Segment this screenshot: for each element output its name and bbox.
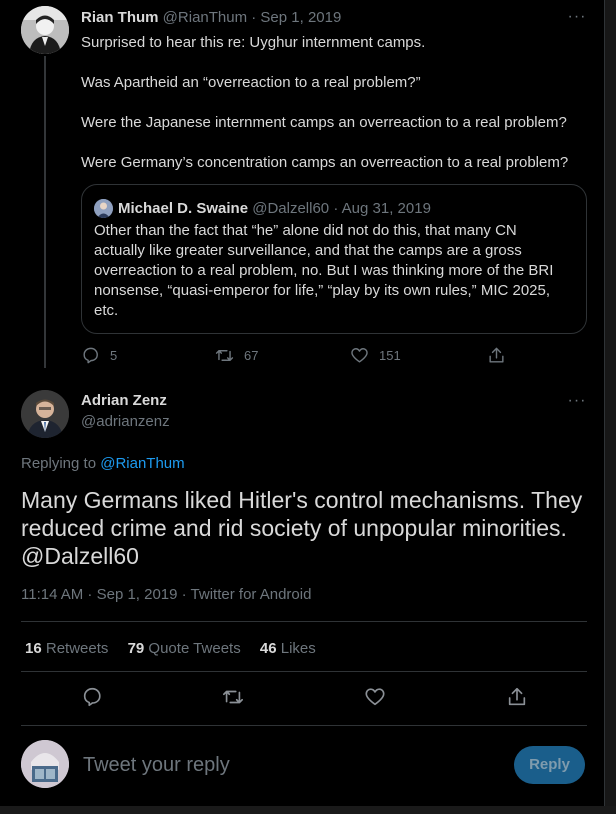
share-icon [489,347,504,363]
retweet-icon [223,690,243,704]
tweet2-mention-link[interactable]: @Dalzell60 [21,543,139,570]
reply-submit-button[interactable]: Reply [514,746,585,784]
tweet2-text-line: reduced crime and rid society of unpopul… [21,515,567,541]
scrollbar[interactable] [605,0,616,814]
tweet2-text-line: Many Germans liked Hitler's control mech… [21,487,583,513]
divider [21,621,587,622]
reply-action[interactable]: 5 [81,346,117,365]
tweet1-header: Rian Thum @RianThum · Sep 1, 2019 [81,9,341,26]
tweet1-text-line: Surprised to hear this re: Uyghur intern… [81,34,426,51]
heart-icon [365,688,385,706]
quote-header: Michael D. Swaine @Dalzell60 · Aug 31, 2… [118,200,431,217]
more-options-icon[interactable]: ··· [567,9,587,28]
michael-swaine-avatar [94,199,113,218]
tweet1-date[interactable]: · Sep 1, 2019 [251,9,341,26]
retweet-button[interactable] [222,686,246,710]
quote-author-name: Michael D. Swaine [118,200,249,217]
quote-text-line: Other than the fact that “he” alone did … [94,222,517,239]
retweet-count: 67 [244,348,259,363]
rian-thum-avatar[interactable] [21,6,69,54]
bottom-edge [0,806,616,814]
tweet2-author-handle[interactable]: @adrianzenz [81,413,170,430]
retweets-stat[interactable]: 16 Retweets [25,640,108,657]
reply-button[interactable] [81,686,105,710]
tweet1-text-line: Were the Japanese internment camps an ov… [81,114,567,131]
divider [21,671,587,672]
tweet2-author-name[interactable]: Adrian Zenz [81,392,167,409]
likes-stat[interactable]: 46 Likes [260,640,316,657]
share-button[interactable] [506,686,530,710]
like-count: 151 [379,348,401,363]
quoted-tweet-card[interactable]: Michael D. Swaine @Dalzell60 · Aug 31, 2… [81,184,587,334]
quote-tweets-label: Quote Tweets [148,640,241,657]
retweet-action[interactable]: 67 [215,346,258,365]
replying-to: Replying to @RianThum [21,455,185,472]
retweets-count: 16 [25,640,42,657]
thread-line [44,56,46,368]
quote-text-line: nonsense, “quasi-emperor for life,” “pla… [94,282,551,299]
tweet1-author-name[interactable]: Rian Thum [81,9,159,26]
heart-icon [351,348,368,363]
reply-input[interactable]: Tweet your reply [83,754,230,777]
quote-tweets-count: 79 [127,640,145,657]
more-options-icon[interactable]: ··· [567,393,587,412]
share-icon [508,687,526,706]
tweet1-author-handle[interactable]: @RianThum [163,9,247,26]
replying-prefix: Replying to [21,455,97,472]
quote-text-line: actually like greater surveillance, and … [94,242,522,259]
tweet1-text-line: Was Apartheid an “overreaction to a real… [81,74,421,91]
likes-count: 46 [259,640,277,657]
reply-count: 5 [110,348,118,363]
tweet2-timestamp[interactable]: 11:14 AM · Sep 1, 2019 · Twitter for And… [21,586,311,603]
like-button[interactable] [364,686,388,710]
like-action[interactable]: 151 [350,346,401,365]
quote-author-handle: @Dalzell60 [252,200,330,217]
reply-icon [83,687,101,707]
reply-icon [83,347,98,364]
retweets-label: Retweets [45,640,109,657]
quote-text-line: etc. [94,302,119,319]
tweet1-text-line: Were Germany’s concentration camps an ov… [81,154,569,171]
likes-label: Likes [280,640,316,657]
replying-to-link[interactable]: @RianThum [100,455,184,472]
quote-date: · Aug 31, 2019 [333,200,431,217]
user-avatar[interactable] [21,740,69,788]
retweet-icon [215,350,234,361]
tweet2-stats: 16 Retweets 79 Quote Tweets 46 Likes [25,640,331,657]
divider [21,725,587,726]
share-action[interactable] [487,346,516,365]
adrian-zenz-avatar[interactable] [21,390,69,438]
quote-text-line: overreaction to a real problem, no. But … [94,262,554,279]
quote-tweets-stat[interactable]: 79 Quote Tweets [128,640,241,657]
